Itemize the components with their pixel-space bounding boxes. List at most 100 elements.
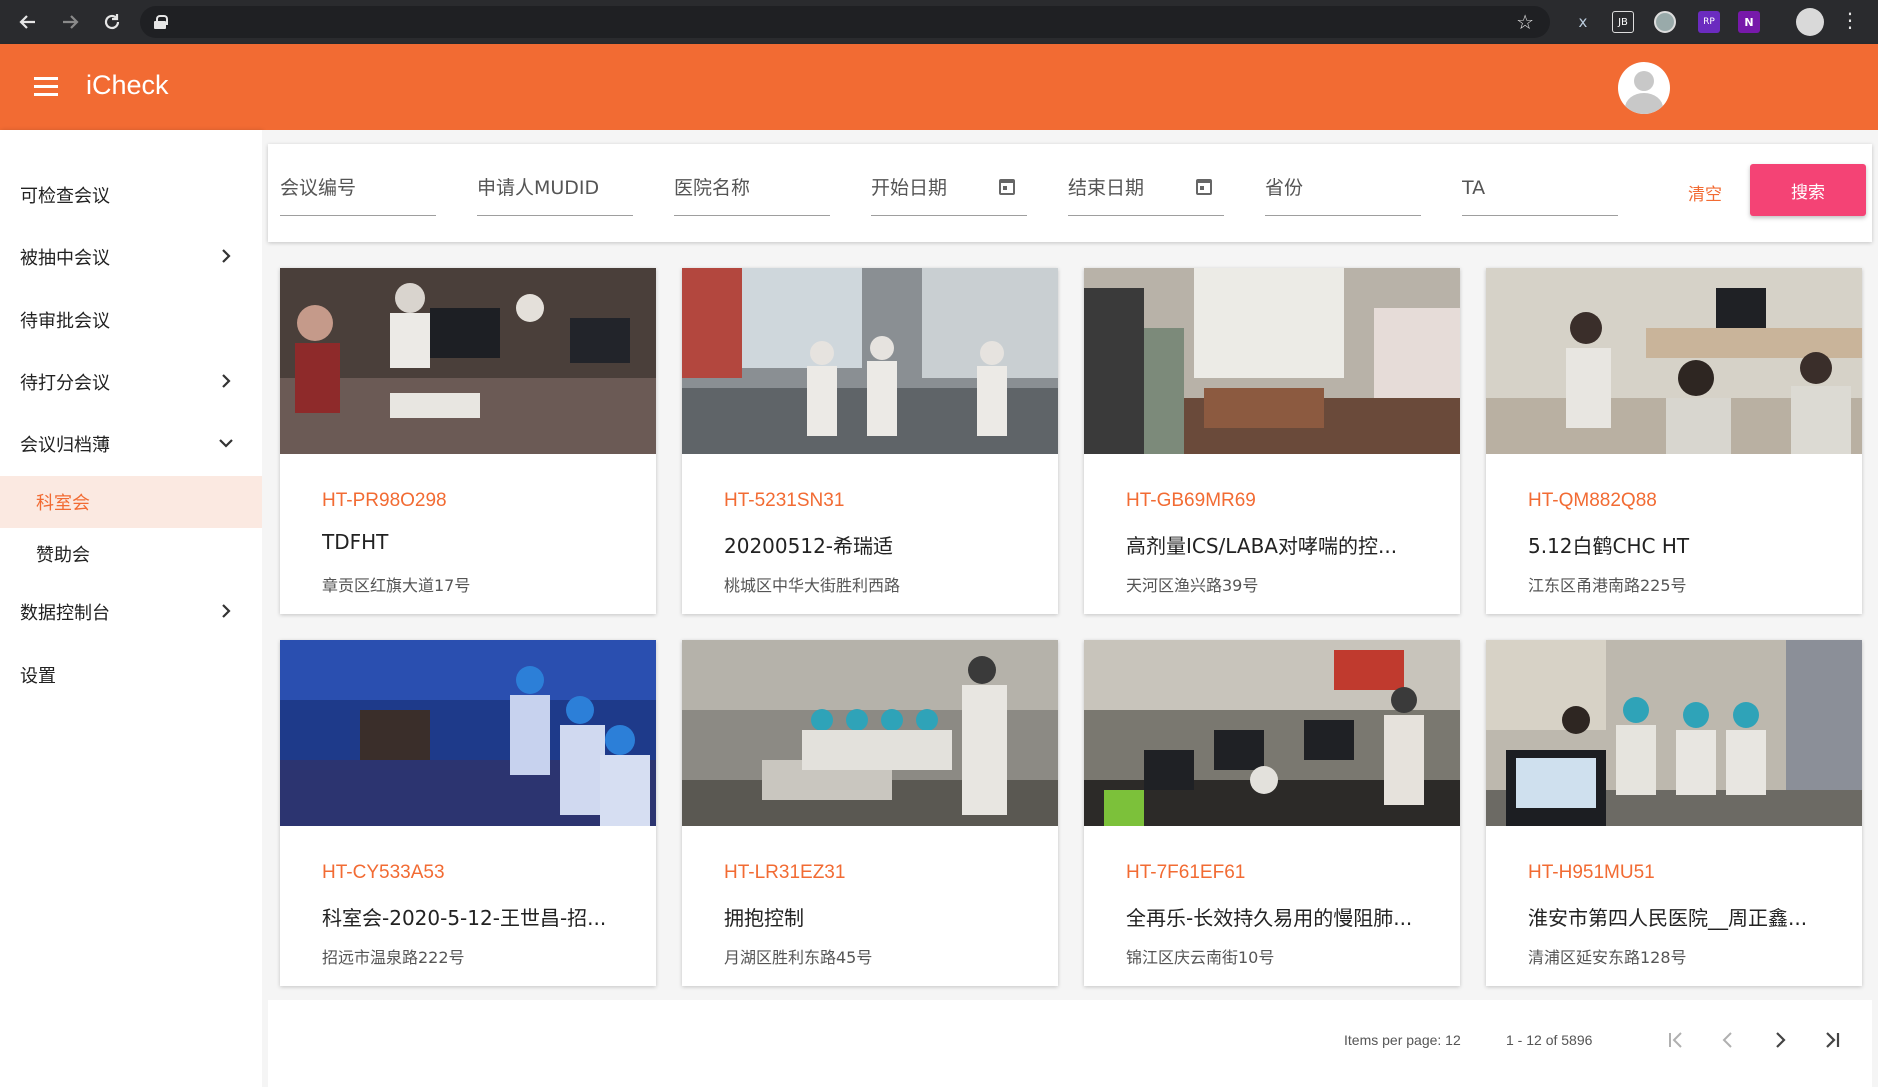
province-field[interactable] — [1265, 168, 1421, 216]
back-icon[interactable] — [8, 0, 48, 44]
extension-jb-icon[interactable]: JB — [1612, 11, 1634, 33]
sidebar-item-label: 可检查会议 — [20, 186, 110, 207]
sidebar-item-selected[interactable]: 被抽中会议 — [0, 233, 262, 281]
hospital-input[interactable] — [674, 168, 830, 208]
chevron-right-icon — [222, 374, 231, 388]
sidebar-item-label: 待审批会议 — [20, 311, 110, 332]
address-bar[interactable]: ☆ — [140, 6, 1550, 38]
reload-icon[interactable] — [92, 0, 132, 44]
meeting-photo — [280, 640, 656, 826]
meeting-code: HT-LR31EZ31 — [724, 862, 846, 883]
meeting-code: HT-QM882Q88 — [1528, 490, 1657, 511]
meeting-card[interactable]: HT-GB69MR69 高剂量ICS/LABA对哮喘的控... 天河区渔兴路39… — [1084, 268, 1460, 614]
meeting-name: 高剂量ICS/LABA对哮喘的控... — [1126, 534, 1398, 558]
sidebar-item-label: 赞助会 — [36, 545, 90, 566]
province-input[interactable] — [1265, 168, 1421, 208]
chevron-down-icon — [219, 439, 233, 448]
meeting-photo — [1486, 640, 1862, 826]
ta-input[interactable] — [1462, 168, 1618, 208]
calendar-icon[interactable] — [999, 179, 1015, 195]
meeting-card[interactable]: HT-CY533A53 科室会-2020-5-12-王世昌-招... 招远市温泉… — [280, 640, 656, 986]
sidebar-item-label: 被抽中会议 — [20, 248, 110, 269]
sidebar-item-label: 设置 — [20, 666, 56, 687]
meeting-card[interactable]: HT-QM882Q88 5.12白鹤CHC HT 江东区甬港南路225号 — [1486, 268, 1862, 614]
meeting-card[interactable]: HT-7F61EF61 全再乐-长效持久易用的慢阻肺... 锦江区庆云南街10号 — [1084, 640, 1460, 986]
meeting-no-field[interactable] — [280, 168, 436, 216]
meeting-no-input[interactable] — [280, 168, 436, 208]
extension-rp-icon[interactable]: RP — [1698, 11, 1720, 33]
app-toolbar: iCheck — [0, 44, 1878, 130]
sidebar-item-sponsored-meeting[interactable]: 赞助会 — [0, 530, 262, 578]
lock-icon — [154, 15, 168, 29]
meeting-address: 锦江区庆云南街10号 — [1126, 948, 1275, 967]
start-date-field[interactable] — [871, 168, 1027, 216]
meeting-photo — [682, 640, 1058, 826]
sidebar-item-checkable[interactable]: 可检查会议 — [0, 171, 262, 219]
sidebar-item-label: 待打分会议 — [20, 373, 110, 394]
paginator: Items per page: 12 1 - 12 of 5896 — [268, 1000, 1872, 1087]
last-page-icon[interactable] — [1816, 1024, 1848, 1056]
star-icon[interactable]: ☆ — [1516, 10, 1534, 34]
meeting-code: HT-7F61EF61 — [1126, 862, 1246, 883]
meeting-address: 天河区渔兴路39号 — [1126, 576, 1259, 595]
meeting-address: 清浦区延安东路128号 — [1528, 948, 1687, 967]
meeting-address: 招远市温泉路222号 — [322, 948, 465, 967]
calendar-icon[interactable] — [1196, 179, 1212, 195]
chevron-right-icon — [222, 249, 231, 263]
sidebar-item-label: 会议归档薄 — [20, 435, 110, 456]
meeting-name: 全再乐-长效持久易用的慢阻肺... — [1126, 906, 1413, 930]
next-page-icon[interactable] — [1764, 1024, 1796, 1056]
extension-x-icon[interactable]: x — [1572, 11, 1594, 33]
meeting-address: 月湖区胜利东路45号 — [724, 948, 873, 967]
page-range-label: 1 - 12 of 5896 — [1506, 1032, 1593, 1048]
applicant-field[interactable] — [477, 168, 633, 216]
sidebar-item-settings[interactable]: 设置 — [0, 651, 262, 699]
hospital-field[interactable] — [674, 168, 830, 216]
more-menu-icon[interactable]: ⋮ — [1840, 8, 1860, 32]
meeting-photo — [682, 268, 1058, 454]
sidebar-item-label: 科室会 — [36, 493, 90, 514]
meeting-address: 江东区甬港南路225号 — [1528, 576, 1687, 595]
first-page-icon[interactable] — [1660, 1024, 1692, 1056]
sidebar: 可检查会议 被抽中会议 待审批会议 待打分会议 会议归档薄 科室会 赞助会 数据… — [0, 130, 262, 1087]
user-avatar[interactable] — [1618, 62, 1670, 114]
sidebar-item-pending-approval[interactable]: 待审批会议 — [0, 296, 262, 344]
meeting-code: HT-CY533A53 — [322, 862, 445, 883]
applicant-input[interactable] — [477, 168, 633, 208]
ta-field[interactable] — [1462, 168, 1618, 216]
sidebar-item-pending-score[interactable]: 待打分会议 — [0, 358, 262, 406]
sidebar-item-data-console[interactable]: 数据控制台 — [0, 588, 262, 636]
filter-bar: 清空 搜索 — [268, 144, 1872, 242]
meeting-name: 5.12白鹤CHC HT — [1528, 534, 1690, 558]
meeting-address: 桃城区中华大街胜利西路 — [724, 576, 901, 595]
sidebar-item-department-meeting[interactable]: 科室会 — [0, 476, 262, 528]
profile-avatar[interactable] — [1796, 8, 1824, 36]
items-per-page-label: Items per page: 12 — [1344, 1032, 1461, 1048]
meeting-card[interactable]: HT-5231SN31 20200512-希瑞适 桃城区中华大街胜利西路 — [682, 268, 1058, 614]
meeting-card[interactable]: HT-H951MU51 淮安市第四人民医院__周正鑫... 清浦区延安东路128… — [1486, 640, 1862, 986]
meeting-code: HT-5231SN31 — [724, 490, 845, 511]
forward-icon[interactable] — [50, 0, 90, 44]
main-content: 清空 搜索 HT-PR98O298 TDFHT 章贡区红旗大道17号 — [262, 130, 1878, 1087]
meeting-name: 20200512-希瑞适 — [724, 534, 894, 558]
meeting-card[interactable]: HT-PR98O298 TDFHT 章贡区红旗大道17号 — [280, 268, 656, 614]
meeting-name: 淮安市第四人民医院__周正鑫... — [1528, 906, 1808, 930]
browser-toolbar: ☆ x JB RP N ⋮ — [0, 0, 1878, 44]
meeting-code: HT-PR98O298 — [322, 490, 447, 511]
sidebar-item-label: 数据控制台 — [20, 603, 110, 624]
previous-page-icon[interactable] — [1712, 1024, 1744, 1056]
clear-button[interactable]: 清空 — [1688, 180, 1722, 205]
meeting-photo — [280, 268, 656, 454]
end-date-field[interactable] — [1068, 168, 1224, 216]
extension-circle-icon[interactable] — [1654, 11, 1676, 33]
search-button[interactable]: 搜索 — [1750, 164, 1866, 216]
chevron-right-icon — [222, 604, 231, 618]
app-title: iCheck — [86, 70, 169, 100]
meeting-card[interactable]: HT-LR31EZ31 拥抱控制 月湖区胜利东路45号 — [682, 640, 1058, 986]
hamburger-menu-icon[interactable] — [34, 77, 58, 97]
meeting-photo — [1084, 268, 1460, 454]
meeting-code: HT-GB69MR69 — [1126, 490, 1256, 511]
onenote-icon[interactable]: N — [1738, 11, 1760, 33]
meeting-photo — [1486, 268, 1862, 454]
sidebar-item-archive[interactable]: 会议归档薄 — [0, 420, 262, 468]
